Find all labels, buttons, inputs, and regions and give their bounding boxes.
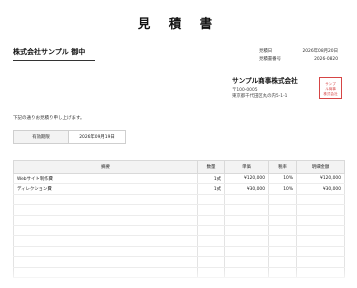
client-name: 株式会社サンプル 御中	[13, 47, 95, 61]
estimate-date-value: 2026年08月20日	[302, 49, 338, 54]
item-quantity: 1式	[197, 173, 225, 185]
item-description: Webサイト制作費	[13, 173, 198, 185]
table-row	[13, 256, 345, 268]
item-unit-price: ¥30,000	[224, 183, 269, 195]
table-row	[13, 235, 345, 247]
items-header-row: 摘要 数量 単価 税率 明細金額	[13, 160, 345, 174]
company-seal-stamp: サンプ ル商事 株式会社	[319, 77, 342, 99]
validity-label: 有効期限	[14, 131, 69, 143]
item-amount: ¥120,000	[296, 173, 345, 185]
header-amount: 明細金額	[296, 160, 345, 174]
table-row	[13, 194, 345, 206]
item-tax-rate: 10%	[268, 183, 297, 195]
estimate-number-row: 見積書番号 2026-0820	[259, 56, 338, 64]
table-row	[13, 246, 345, 258]
item-tax-rate: 10%	[268, 173, 297, 185]
issuer-address: 東京都千代田区丸の内5-1-1	[232, 94, 288, 99]
estimate-number-label: 見積書番号	[259, 57, 281, 62]
estimate-meta: 見積日 2026年08月20日 見積書番号 2026-0820	[259, 48, 338, 64]
seal-line: 株式会社	[323, 92, 338, 96]
item-amount: ¥30,000	[296, 183, 345, 195]
table-row: ディレクション費 1式 ¥30,000 10% ¥30,000	[13, 183, 345, 195]
validity-value: 2026年09月19日	[79, 135, 115, 140]
estimate-date-label: 見積日	[259, 49, 273, 54]
header-tax-rate: 税率	[268, 160, 297, 174]
table-row: Webサイト制作費 1式 ¥120,000 10% ¥120,000	[13, 173, 345, 185]
intro-text: 下記の通りお見積り申し上げます。	[13, 116, 85, 121]
table-row	[13, 215, 345, 226]
issuer-name: サンプル商事株式会社	[232, 77, 298, 85]
items-table: 摘要 数量 単価 税率 明細金額 Webサイト制作費 1式 ¥120,000 1…	[13, 160, 345, 278]
table-row	[13, 225, 345, 237]
document-title: 見 積 書	[137, 16, 220, 31]
page-fade	[0, 268, 357, 288]
header-quantity: 数量	[197, 160, 225, 174]
table-row	[13, 204, 345, 216]
header-unit-price: 単価	[224, 160, 269, 174]
estimate-date-row: 見積日 2026年08月20日	[259, 48, 338, 56]
estimate-number-value: 2026-0820	[314, 57, 338, 62]
issuer-block: サンプル商事株式会社 〒100-0005 東京都千代田区丸の内5-1-1	[232, 75, 298, 100]
item-description: ディレクション費	[13, 183, 198, 195]
item-quantity: 1式	[197, 183, 225, 195]
validity-box: 有効期限 2026年09月19日	[13, 130, 126, 144]
item-unit-price: ¥120,000	[224, 173, 269, 185]
header-description: 摘要	[13, 160, 198, 174]
